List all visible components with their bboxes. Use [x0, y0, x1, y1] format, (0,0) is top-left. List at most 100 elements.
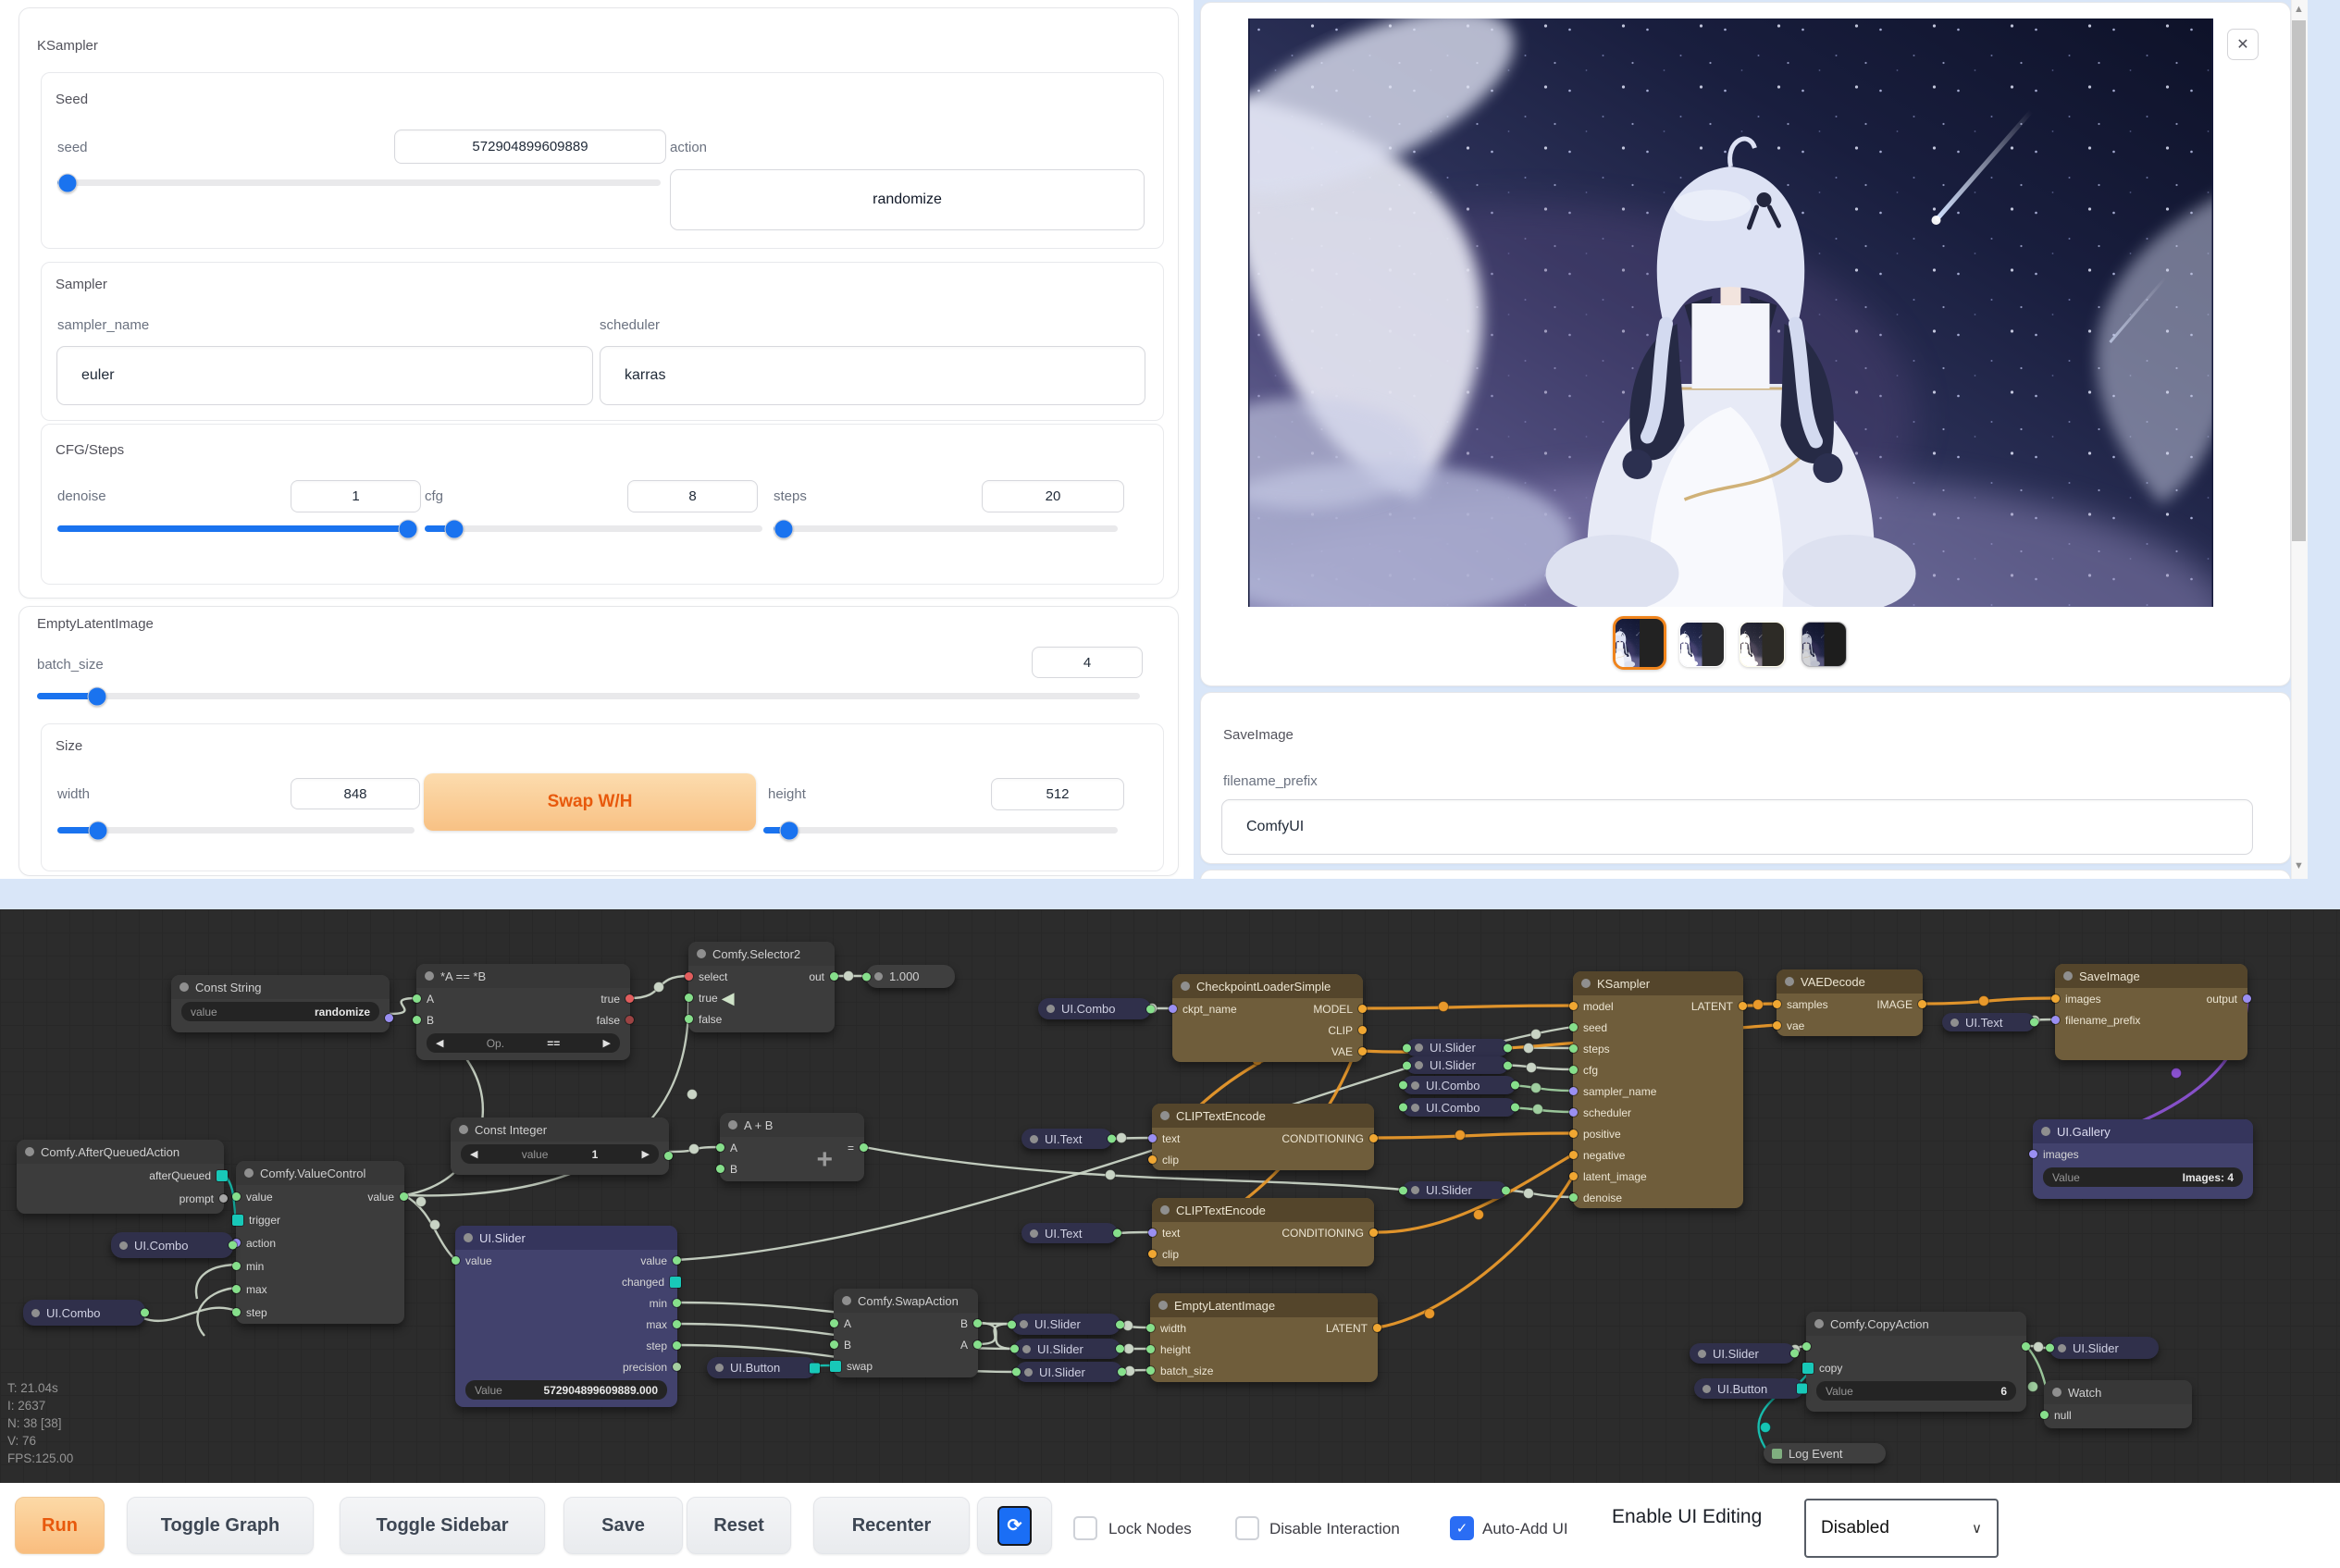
- node-ui-slider-batch[interactable]: UI.Slider: [1016, 1362, 1122, 1382]
- node-ui-slider-copy-out[interactable]: UI.Slider: [2049, 1337, 2159, 1359]
- node-vae-decode[interactable]: VAEDecodesamplesIMAGEvae: [1777, 969, 1923, 1036]
- node-ui-slider-denoise[interactable]: UI.Slider: [1403, 1181, 1506, 1199]
- seed-input[interactable]: [394, 130, 666, 164]
- close-icon[interactable]: ✕: [2227, 29, 2259, 60]
- height-slider-thumb[interactable]: [780, 821, 799, 840]
- node-a-eq-b[interactable]: *A == *BAtrueBfalse◀Op.==▶: [416, 964, 630, 1060]
- filename-prefix-input[interactable]: [1221, 799, 2253, 855]
- node-ui-gallery[interactable]: UI.GalleryimagesValueImages: 4: [2033, 1119, 2253, 1199]
- node-log-event[interactable]: Log Event: [1764, 1443, 1886, 1463]
- scroll-down-icon[interactable]: ▼: [2294, 860, 2304, 871]
- node-value-1000[interactable]: 1.000: [866, 965, 955, 988]
- cfg-input[interactable]: [627, 480, 758, 512]
- thumbnail-4[interactable]: [1801, 622, 1847, 667]
- disable-interaction-checkbox[interactable]: [1235, 1516, 1259, 1540]
- batch-size-label: batch_size: [37, 657, 104, 673]
- scheduler-input[interactable]: [600, 346, 1145, 405]
- denoise-input[interactable]: [291, 480, 421, 512]
- recenter-button[interactable]: Recenter: [813, 1497, 970, 1554]
- denoise-label: denoise: [57, 488, 106, 504]
- randomize-button[interactable]: randomize: [670, 169, 1145, 230]
- thumbnail-2[interactable]: [1679, 622, 1725, 667]
- node-ui-slider-seed[interactable]: UI.Slidervaluevaluechangedminmaxstepprec…: [455, 1226, 677, 1407]
- height-input[interactable]: [991, 778, 1124, 810]
- node-value-control[interactable]: Comfy.ValueControlvaluevaluetriggeractio…: [236, 1161, 404, 1324]
- node-ui-button-copy[interactable]: UI.Button: [1694, 1378, 1803, 1399]
- toggle-graph-button[interactable]: Toggle Graph: [127, 1497, 314, 1554]
- node-ui-slider-width[interactable]: UI.Slider: [1011, 1314, 1120, 1335]
- width-input[interactable]: [291, 778, 420, 809]
- height-slider[interactable]: [763, 827, 1118, 833]
- node-checkpoint-loader[interactable]: CheckpointLoaderSimpleckpt_nameMODELCLIP…: [1172, 974, 1363, 1062]
- cfg-slider-thumb[interactable]: [445, 519, 464, 538]
- save-image-title: SaveImage: [1223, 727, 1294, 743]
- batch-size-input[interactable]: [1032, 647, 1143, 678]
- node-const-string[interactable]: Const Stringvaluerandomize: [171, 975, 390, 1032]
- generated-image[interactable]: [1248, 19, 2213, 607]
- scrollbar-thumb[interactable]: [2292, 20, 2306, 541]
- check-icon: ✓: [1456, 1520, 1468, 1537]
- node-clip-text-encode-neg[interactable]: CLIPTextEncodetextCONDITIONINGclip: [1152, 1198, 1374, 1266]
- node-watch[interactable]: Watchnull: [2044, 1380, 2192, 1428]
- denoise-slider[interactable]: [57, 525, 415, 532]
- node-ui-slider-cfg[interactable]: UI.Slider: [1406, 1056, 1508, 1074]
- node-ui-text-filename[interactable]: UI.Text: [1942, 1013, 2035, 1031]
- node-ui-text-pos[interactable]: UI.Text: [1021, 1129, 1112, 1149]
- node-after-queued-action[interactable]: Comfy.AfterQueuedActionafterQueuedprompt: [17, 1140, 224, 1214]
- node-save-image[interactable]: SaveImageimagesoutputfilename_prefix: [2055, 964, 2247, 1060]
- seed-slider[interactable]: [57, 179, 661, 186]
- run-button[interactable]: Run: [15, 1497, 105, 1554]
- node-ui-combo-sampler[interactable]: UI.Combo: [1403, 1076, 1516, 1094]
- node-swap-action[interactable]: Comfy.SwapActionABBAswap: [834, 1289, 978, 1377]
- auto-add-ui-checkbox[interactable]: ✓: [1450, 1516, 1474, 1540]
- ui-editing-value: Disabled: [1821, 1518, 1889, 1538]
- width-slider-thumb[interactable]: [89, 821, 108, 840]
- steps-slider-thumb[interactable]: [774, 519, 794, 538]
- thumbnail-3[interactable]: [1740, 622, 1785, 667]
- graph-canvas[interactable]: Const Stringvaluerandomize *A == *BAtrueB…: [0, 909, 2340, 1483]
- thumbnail-1[interactable]: [1613, 616, 1666, 670]
- save-button[interactable]: Save: [563, 1497, 683, 1554]
- node-ksampler[interactable]: KSamplermodelLATENTseedstepscfgsampler_n…: [1573, 971, 1743, 1208]
- ui-editing-dropdown[interactable]: Disabled ∨: [1804, 1499, 1999, 1558]
- node-ui-slider-copy-in[interactable]: UI.Slider: [1690, 1343, 1795, 1364]
- lock-nodes-checkbox[interactable]: [1073, 1516, 1097, 1540]
- node-ui-slider-height[interactable]: UI.Slider: [1014, 1339, 1120, 1359]
- node-a-plus-b[interactable]: A + BA=B+: [720, 1113, 864, 1181]
- node-ui-text-neg[interactable]: UI.Text: [1021, 1223, 1118, 1243]
- refresh-button[interactable]: ⟳: [977, 1497, 1052, 1554]
- graph-nodes-layer: Const Stringvaluerandomize *A == *BAtrueB…: [0, 909, 2340, 1483]
- node-const-integer[interactable]: Const Integer◀value1▶: [451, 1117, 669, 1175]
- batch-size-slider-thumb[interactable]: [88, 686, 107, 706]
- node-ui-slider-steps[interactable]: UI.Slider: [1406, 1039, 1508, 1056]
- batch-size-slider[interactable]: [37, 693, 1140, 699]
- toggle-sidebar-button[interactable]: Toggle Sidebar: [340, 1497, 545, 1554]
- node-ui-combo-sched[interactable]: UI.Combo: [1403, 1098, 1516, 1117]
- steps-label: steps: [774, 488, 807, 504]
- denoise-slider-thumb[interactable]: [399, 519, 418, 538]
- node-clip-text-encode-pos[interactable]: CLIPTextEncodetextCONDITIONINGclip: [1152, 1104, 1374, 1170]
- cfg-slider[interactable]: [425, 525, 762, 532]
- node-copy-action[interactable]: Comfy.CopyActioncopyValue6: [1806, 1312, 2026, 1412]
- lock-nodes-label: Lock Nodes: [1108, 1520, 1192, 1538]
- node-ui-combo-step[interactable]: UI.Combo: [23, 1300, 145, 1326]
- steps-slider[interactable]: [774, 525, 1118, 532]
- swap-wh-button[interactable]: Swap W/H: [424, 773, 756, 831]
- width-slider[interactable]: [57, 827, 415, 833]
- node-ui-button-swap[interactable]: UI.Button: [707, 1357, 816, 1378]
- node-ui-combo-ckpt[interactable]: UI.Combo: [1038, 998, 1151, 1019]
- ksampler-title: KSampler: [37, 38, 98, 54]
- latent-title: EmptyLatentImage: [37, 616, 154, 632]
- sampler-name-input[interactable]: [56, 346, 593, 405]
- scheduler-label: scheduler: [600, 317, 660, 333]
- reset-button[interactable]: Reset: [687, 1497, 791, 1554]
- disable-interaction-label: Disable Interaction: [1269, 1520, 1400, 1538]
- reset-label: Reset: [713, 1515, 763, 1537]
- node-ui-combo-action[interactable]: UI.Combo: [111, 1232, 233, 1258]
- node-selector2[interactable]: Comfy.Selector2selectouttrue◀false: [688, 942, 835, 1032]
- seed-slider-thumb[interactable]: [58, 173, 78, 192]
- scroll-up-icon[interactable]: ▲: [2294, 4, 2304, 15]
- node-empty-latent-image[interactable]: EmptyLatentImagewidthLATENTheightbatch_s…: [1150, 1293, 1378, 1382]
- steps-input[interactable]: [982, 480, 1124, 512]
- sampler-group-title: Sampler: [56, 277, 107, 292]
